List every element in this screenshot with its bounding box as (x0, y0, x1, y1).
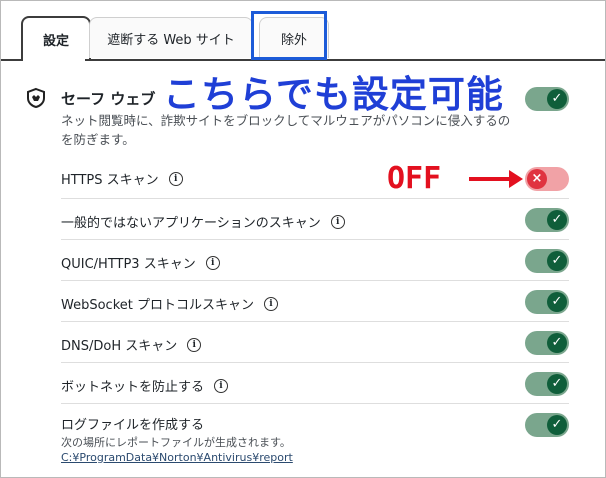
quic-scan-toggle[interactable]: ✓ (525, 249, 569, 273)
info-icon[interactable]: i (214, 378, 229, 393)
row-label: QUIC/HTTP3 スキャン (61, 257, 196, 272)
shield-icon (27, 87, 45, 109)
row-label: HTTPS スキャン (61, 173, 159, 188)
row-label: ログファイルを作成する (61, 418, 205, 433)
exclusions-highlight-box (251, 11, 327, 60)
annotation-headline: こちらでも設定可能 (163, 73, 504, 116)
arrow-right-icon (509, 170, 523, 188)
botnet-protection-toggle[interactable]: ✓ (525, 372, 569, 396)
info-icon[interactable]: i (187, 337, 202, 352)
check-icon: ✓ (547, 333, 567, 353)
https-scan-toggle[interactable]: × (525, 167, 569, 191)
row-botnet-protection: ボットネットを防止する i (61, 362, 569, 404)
section-description: ネット閲覧時に、詐欺サイトをブロックしてマルウェアがパソコンに侵入するのを防ぎま… (61, 113, 511, 147)
row-uncommon-app-scan: 一般的ではないアプリケーションのスキャン i (61, 198, 569, 240)
uncommon-app-scan-toggle[interactable]: ✓ (525, 208, 569, 232)
info-icon[interactable]: i (330, 214, 345, 229)
check-icon: ✓ (547, 415, 567, 435)
check-icon: ✓ (547, 89, 567, 109)
row-label: ボットネットを防止する (61, 380, 205, 395)
websocket-scan-toggle[interactable]: ✓ (525, 290, 569, 314)
safe-web-toggle[interactable]: ✓ (525, 87, 569, 111)
row-label: WebSocket プロトコルスキャン (61, 298, 254, 313)
tab-settings[interactable]: 設定 (21, 16, 91, 61)
row-label: DNS/DoH スキャン (61, 339, 178, 354)
row-label: 一般的ではないアプリケーションのスキャン (61, 216, 321, 231)
info-icon[interactable]: i (205, 255, 220, 270)
check-icon: ✓ (547, 374, 567, 394)
settings-panel: 設定 遮断する Web サイト 除外 こちらでも設定可能 セーフ ウェブ ✓ ネ… (0, 0, 606, 478)
row-websocket-scan: WebSocket プロトコルスキャン i (61, 280, 569, 322)
row-log-file: ログファイルを作成する 次の場所にレポートファイルが生成されます。 C:¥Pro… (61, 403, 569, 474)
off-annotation: OFF (387, 161, 442, 196)
report-path-link[interactable]: C:¥ProgramData¥Norton¥Antivirus¥report (61, 451, 293, 464)
row-sublabel: 次の場所にレポートファイルが生成されます。 (61, 436, 291, 449)
row-quic-scan: QUIC/HTTP3 スキャン i (61, 239, 569, 281)
close-icon: × (527, 169, 547, 189)
row-dns-scan: DNS/DoH スキャン i (61, 321, 569, 363)
arrow-shaft (469, 177, 513, 181)
dns-scan-toggle[interactable]: ✓ (525, 331, 569, 355)
log-file-toggle[interactable]: ✓ (525, 413, 569, 437)
check-icon: ✓ (547, 210, 567, 230)
check-icon: ✓ (547, 251, 567, 271)
info-icon[interactable]: i (168, 171, 183, 186)
tab-blocked-websites-label: 遮断する Web サイト (107, 32, 235, 48)
tab-blocked-websites[interactable]: 遮断する Web サイト (89, 17, 253, 58)
check-icon: ✓ (547, 292, 567, 312)
info-icon[interactable]: i (264, 296, 278, 311)
section-title: セーフ ウェブ (61, 90, 156, 108)
tab-divider-gap (23, 58, 85, 61)
tab-settings-label: 設定 (42, 34, 69, 49)
